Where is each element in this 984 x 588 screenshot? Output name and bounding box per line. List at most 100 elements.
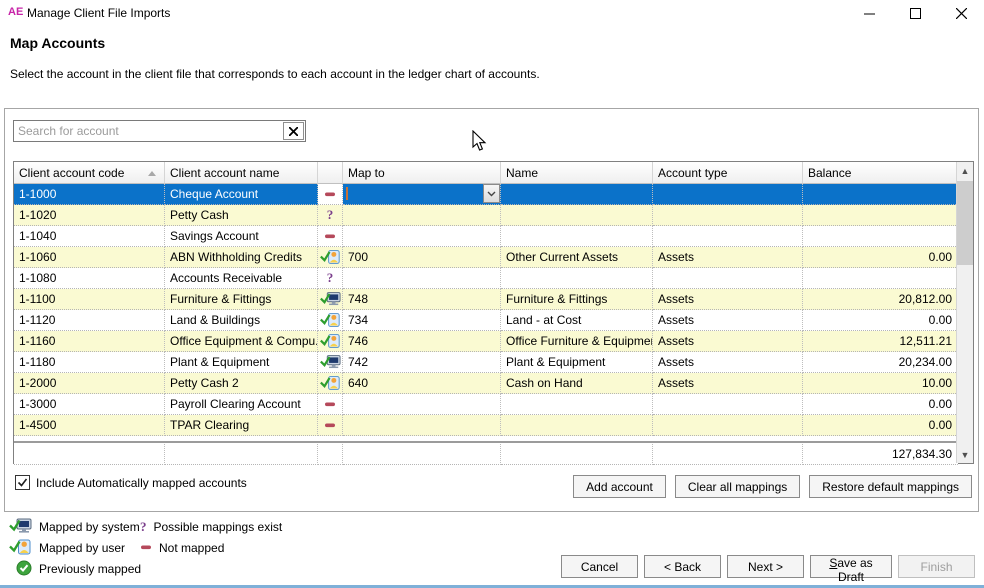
client-account-name-cell[interactable]: Furniture & Fittings	[165, 289, 318, 310]
column-header-account-type[interactable]: Account type	[653, 162, 803, 184]
balance-cell[interactable]	[803, 268, 958, 289]
client-account-name-cell[interactable]: Petty Cash	[165, 205, 318, 226]
client-account-name-cell[interactable]: ABN Withholding Credits	[165, 247, 318, 268]
client-account-name-cell[interactable]: TPAR Clearing	[165, 415, 318, 436]
minimize-icon[interactable]	[846, 0, 892, 26]
client-account-name-cell[interactable]: Payroll Clearing Account	[165, 394, 318, 415]
client-account-code-cell[interactable]: 1-1060	[14, 247, 165, 268]
client-account-name-cell[interactable]: Office Equipment & Compu...	[165, 331, 318, 352]
column-header-balance[interactable]: Balance	[803, 162, 958, 184]
column-header-name[interactable]: Name	[501, 162, 653, 184]
table-row-1-1120[interactable]: 1-1120Land & Buildings 734Land - at CostA…	[14, 310, 958, 331]
balance-cell[interactable]: 20,812.00	[803, 289, 958, 310]
table-row-1-3000[interactable]: 1-3000Payroll Clearing Account 0.00	[14, 394, 958, 415]
table-row-1-2000[interactable]: 1-2000Petty Cash 2640Cash on HandAssets1…	[14, 373, 958, 394]
mapped-name-cell[interactable]: Land - at Cost	[501, 310, 653, 331]
mapped-name-cell[interactable]: Plant & Equipment	[501, 352, 653, 373]
balance-cell[interactable]: 0.00	[803, 415, 958, 436]
account-type-cell[interactable]: Assets	[653, 331, 803, 352]
column-header-client-account-name[interactable]: Client account name	[165, 162, 318, 184]
combobox-dropdown-icon[interactable]	[483, 184, 500, 203]
mapping-status-cell[interactable]	[318, 289, 343, 310]
map-to-cell[interactable]: 700	[343, 247, 501, 268]
client-account-code-cell[interactable]: 1-1020	[14, 205, 165, 226]
map-to-combobox[interactable]	[343, 184, 500, 204]
mapped-name-cell[interactable]: Cash on Hand	[501, 373, 653, 394]
account-type-cell[interactable]: Assets	[653, 289, 803, 310]
client-account-code-cell[interactable]: 1-3000	[14, 394, 165, 415]
mapping-status-cell[interactable]	[318, 226, 343, 247]
column-header-map-to[interactable]: Map to	[343, 162, 501, 184]
map-to-cell[interactable]	[343, 268, 501, 289]
account-type-cell[interactable]: Assets	[653, 310, 803, 331]
mapping-status-cell[interactable]	[318, 310, 343, 331]
client-account-name-cell[interactable]: Land & Buildings	[165, 310, 318, 331]
map-to-cell[interactable]	[343, 184, 501, 205]
account-type-cell[interactable]: Assets	[653, 247, 803, 268]
close-icon[interactable]	[938, 0, 984, 26]
map-to-cell[interactable]	[343, 205, 501, 226]
client-account-name-cell[interactable]: Cheque Account	[165, 184, 318, 205]
scroll-up-icon[interactable]: ▲	[957, 162, 973, 179]
mapped-name-cell[interactable]	[501, 268, 653, 289]
include-auto-mapped-checkbox[interactable]: Include Automatically mapped accounts	[15, 475, 247, 490]
map-to-cell[interactable]: 640	[343, 373, 501, 394]
mapped-name-cell[interactable]: Office Furniture & Equipment	[501, 331, 653, 352]
account-type-cell[interactable]	[653, 415, 803, 436]
balance-cell[interactable]: 0.00	[803, 394, 958, 415]
map-to-cell[interactable]	[343, 226, 501, 247]
table-row-1-1040[interactable]: 1-1040Savings Account	[14, 226, 958, 247]
balance-cell[interactable]	[803, 184, 958, 205]
mapping-status-cell[interactable]	[318, 184, 343, 205]
mapping-status-cell[interactable]	[318, 415, 343, 436]
mapping-status-cell[interactable]	[318, 331, 343, 352]
client-account-code-cell[interactable]: 1-1080	[14, 268, 165, 289]
balance-cell[interactable]	[803, 205, 958, 226]
mapped-name-cell[interactable]	[501, 394, 653, 415]
mapping-status-cell[interactable]	[318, 247, 343, 268]
mapped-name-cell[interactable]	[501, 205, 653, 226]
table-row-1-1180[interactable]: 1-1180Plant & Equipment742Plant & Equipm…	[14, 352, 958, 373]
balance-cell[interactable]: 20,234.00	[803, 352, 958, 373]
vertical-scrollbar[interactable]: ▲ ▼	[956, 162, 973, 463]
next-button[interactable]: Next >	[727, 555, 804, 578]
mapping-status-cell[interactable]	[318, 394, 343, 415]
account-type-cell[interactable]: Assets	[653, 352, 803, 373]
restore-default-mappings-button[interactable]: Restore default mappings	[809, 475, 972, 498]
mapping-status-cell[interactable]	[318, 352, 343, 373]
clear-search-icon[interactable]	[283, 122, 304, 140]
account-type-cell[interactable]	[653, 205, 803, 226]
mapped-name-cell[interactable]	[501, 184, 653, 205]
client-account-code-cell[interactable]: 1-1120	[14, 310, 165, 331]
client-account-code-cell[interactable]: 1-2000	[14, 373, 165, 394]
column-header-client-account-code[interactable]: Client account code	[14, 162, 165, 184]
balance-cell[interactable]: 10.00	[803, 373, 958, 394]
map-to-cell[interactable]: 734	[343, 310, 501, 331]
table-row-1-1100[interactable]: 1-1100Furniture & Fittings748Furniture &…	[14, 289, 958, 310]
map-to-cell[interactable]	[343, 415, 501, 436]
table-row-1-1000[interactable]: 1-1000Cheque Account	[14, 184, 958, 205]
map-to-cell[interactable]: 746	[343, 331, 501, 352]
column-header-status-icon[interactable]	[318, 162, 343, 184]
account-type-cell[interactable]	[653, 226, 803, 247]
map-to-cell[interactable]: 748	[343, 289, 501, 310]
scrollbar-thumb[interactable]	[957, 181, 973, 265]
search-input[interactable]	[14, 121, 282, 141]
client-account-code-cell[interactable]: 1-1040	[14, 226, 165, 247]
client-account-name-cell[interactable]: Accounts Receivable	[165, 268, 318, 289]
table-row-1-1020[interactable]: 1-1020Petty Cash?	[14, 205, 958, 226]
client-account-name-cell[interactable]: Petty Cash 2	[165, 373, 318, 394]
client-account-code-cell[interactable]: 1-4500	[14, 415, 165, 436]
table-row-1-4500[interactable]: 1-4500TPAR Clearing 0.00	[14, 415, 958, 436]
mapped-name-cell[interactable]: Other Current Assets	[501, 247, 653, 268]
balance-cell[interactable]: 0.00	[803, 310, 958, 331]
mapped-name-cell[interactable]: Furniture & Fittings	[501, 289, 653, 310]
back-button[interactable]: < Back	[644, 555, 721, 578]
client-account-name-cell[interactable]: Savings Account	[165, 226, 318, 247]
account-type-cell[interactable]	[653, 268, 803, 289]
cancel-button[interactable]: Cancel	[561, 555, 638, 578]
mapping-status-cell[interactable]: ?	[318, 268, 343, 289]
balance-cell[interactable]	[803, 226, 958, 247]
scroll-down-icon[interactable]: ▼	[957, 446, 973, 463]
mapped-name-cell[interactable]	[501, 226, 653, 247]
